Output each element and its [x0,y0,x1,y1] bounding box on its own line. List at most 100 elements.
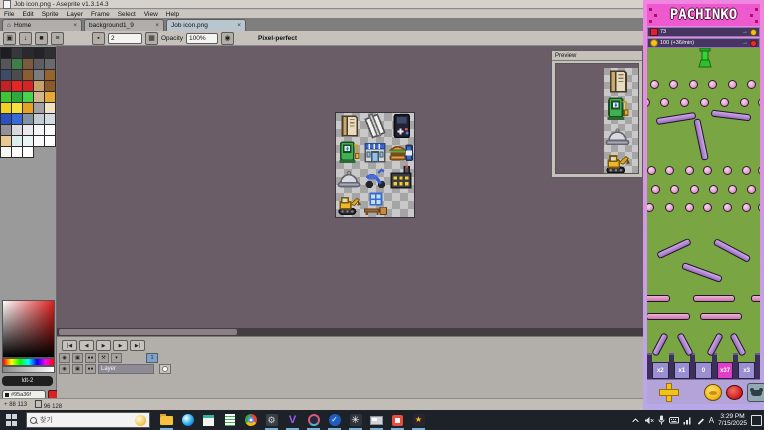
menu-edit[interactable]: Edit [18,11,37,18]
hue-slider[interactable] [2,358,55,366]
palette-swatch[interactable] [23,59,33,69]
pen-icon[interactable] [696,416,705,425]
layer-continuous-icon[interactable]: ●● [85,364,96,374]
palette-swatch[interactable] [34,125,44,135]
download-button[interactable]: ↓ [19,32,32,45]
continuous-icon[interactable]: ●● [85,353,96,363]
palette-swatch[interactable] [12,48,22,58]
taskbar-edge-browser-icon[interactable] [177,410,198,430]
red-dot-icon[interactable] [750,40,757,47]
palette-swatch[interactable] [23,81,33,91]
taskbar-red-card-app-icon[interactable] [387,410,408,430]
lock-icon[interactable]: ▣ [72,353,83,363]
palette-swatch[interactable] [23,114,33,124]
playback-button-0[interactable]: |◀ [62,340,77,351]
layer-eye-icon[interactable]: ◉ [59,364,70,374]
palette-swatch[interactable] [34,92,44,102]
palette-swatch[interactable] [1,114,11,124]
color-picker-box[interactable] [2,300,55,358]
palette-swatch[interactable] [45,136,55,146]
playback-button-2[interactable]: ▶ [96,340,111,351]
menu-layer[interactable]: Layer [63,11,87,18]
horizontal-scrollbar[interactable] [57,328,643,336]
playback-button-1[interactable]: ◀ [79,340,94,351]
menu-select[interactable]: Select [114,11,140,18]
search-weather-icon[interactable] [135,415,146,426]
palette-swatch[interactable] [45,48,55,58]
taskbar-star-game-app-icon[interactable]: ★ [408,410,429,430]
menu-view[interactable]: View [140,11,162,18]
palette-swatch[interactable] [34,103,44,113]
close-icon[interactable]: × [73,22,77,29]
palette-swatch[interactable] [1,81,11,91]
chevron-up-icon[interactable] [631,416,640,425]
palette-swatch[interactable] [23,147,33,157]
opacity-input[interactable]: 100% [186,33,218,44]
palette-swatch[interactable] [12,125,22,135]
brush-preview-button[interactable]: ▪ [92,32,105,45]
palette-swatch[interactable] [1,70,11,80]
palette-swatch[interactable] [1,103,11,113]
palette-swatch[interactable] [23,103,33,113]
red-chip-button[interactable] [726,385,743,400]
palette-swatch[interactable] [1,136,11,146]
taskbar-chrome-icon[interactable] [240,410,261,430]
alpha-slider[interactable] [2,366,55,373]
aseprite-titlebar[interactable]: Job icon.png - Aseprite v1.3.14.3 [0,0,645,9]
sprite-pixel-grid[interactable] [336,113,414,217]
playback-button-3[interactable]: ▶ [113,340,128,351]
palette-swatch[interactable] [12,92,22,102]
palette-swatch[interactable] [34,70,44,80]
palette-swatch[interactable] [12,59,22,69]
start-button[interactable] [6,414,18,426]
palette-swatch[interactable] [45,81,55,91]
taskbar-asterisk-app-icon[interactable]: ✳ [345,410,366,430]
palette-swatch[interactable] [34,59,44,69]
network-icon[interactable] [683,416,692,425]
taskbar-check-app-icon[interactable]: ✓ [324,410,345,430]
taskbar-document-app-icon[interactable] [219,410,240,430]
palette-swatch[interactable] [34,136,44,146]
symmetry-button[interactable]: ◉ [221,32,234,45]
fill-button[interactable]: ■ [35,32,48,45]
plus-button[interactable] [659,383,679,402]
palette-swatch[interactable] [23,92,33,102]
taskbar-visual-studio-icon[interactable]: V [282,410,303,430]
palette-swatch[interactable] [12,70,22,80]
eye-icon[interactable]: ◉ [59,353,70,363]
onion-skin-icon[interactable]: ⚒ [98,353,109,363]
palette-swatch[interactable] [12,81,22,91]
lock-button[interactable]: ▣ [3,32,16,45]
preview-window[interactable]: Preview [551,50,643,178]
gamepad-button[interactable] [747,383,764,402]
yellow-dot-icon[interactable] [750,29,757,36]
brush-type-button[interactable]: ▦ [145,32,158,45]
pachinko-field[interactable]: x2x10x37x3 [647,48,760,379]
playback-button-4[interactable]: ▶| [130,340,145,351]
taskbar-search[interactable]: 찾기 [26,412,150,428]
menu-sprite[interactable]: Sprite [38,11,63,18]
taskbar-monitor-app-icon[interactable] [366,410,387,430]
menu-file[interactable]: File [0,11,18,18]
palette-swatch[interactable] [23,48,33,58]
ime-indicator[interactable]: A [709,416,714,425]
palette-swatch[interactable] [45,70,55,80]
close-icon[interactable]: × [237,22,241,29]
palette-swatch[interactable] [1,59,11,69]
taskbar-settings-gear-icon[interactable]: ⚙ [261,410,282,430]
palette-swatch[interactable] [12,103,22,113]
palette-swatch[interactable] [45,125,55,135]
tab-job-icon-png[interactable]: Job icon.png× [166,19,246,31]
tab-background1-9[interactable]: background1_9× [84,19,164,31]
palette-swatch[interactable] [1,48,11,58]
keyboard-icon[interactable] [669,416,679,424]
pixel-perfect-toggle[interactable]: Pixel-perfect [258,35,297,42]
coin-button[interactable] [704,384,722,401]
options-icon[interactable]: ▾ [111,353,122,363]
close-icon[interactable]: × [155,22,159,29]
taskbar-sticky-note-icon[interactable] [198,410,219,430]
taskbar-file-explorer-icon[interactable] [156,410,177,430]
palette-swatch[interactable] [23,136,33,146]
palette-preset-button[interactable]: ldt-2 [2,376,53,386]
taskbar-clock[interactable]: 3:29 PM 7/15/2025 [718,413,747,428]
